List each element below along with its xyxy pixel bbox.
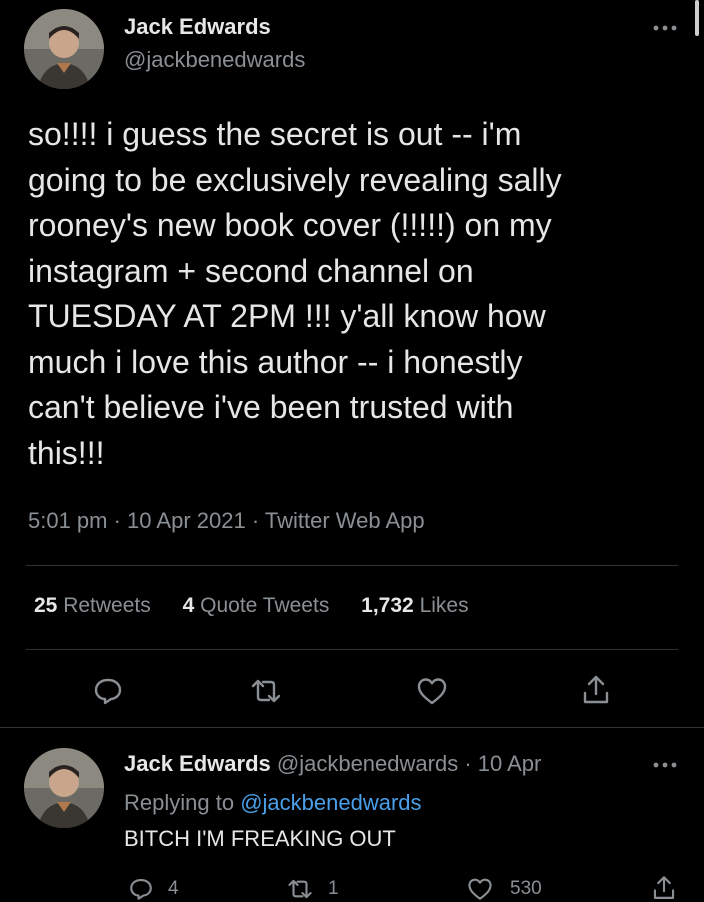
retweets-stat[interactable]: 25 Retweets xyxy=(34,594,157,617)
tweet-text-line: can't believe i've been trusted with xyxy=(28,389,514,425)
tweet-text-line: rooney's new book cover (!!!!!) on my xyxy=(28,207,552,243)
reply-text: BITCH I'M FREAKING OUT xyxy=(124,826,396,851)
quotes-stat[interactable]: 4 Quote Tweets xyxy=(183,594,336,617)
quotes-label: Quote Tweets xyxy=(200,594,330,617)
likes-label: Likes xyxy=(419,594,469,617)
replying-to: Replying to @jackbenedwards xyxy=(124,790,422,816)
tweet-text-line: much i love this author -- i honestly xyxy=(28,343,523,380)
tweet-text-line: going to be exclusively revealing sally xyxy=(28,161,562,198)
like-icon xyxy=(466,876,494,902)
retweet-icon xyxy=(286,876,314,902)
likes-stat[interactable]: 1,732 Likes xyxy=(361,594,468,617)
tweet-text-line: so!!!! i guess the secret is out -- i'm xyxy=(28,116,522,152)
author-name[interactable]: Jack Edwards xyxy=(124,751,271,776)
divider xyxy=(26,565,678,566)
avatar[interactable] xyxy=(24,748,104,828)
like-action[interactable]: 530 xyxy=(466,876,542,902)
tweet-text-line: this!!! xyxy=(28,434,105,471)
author-handle[interactable]: @jackbenedwards xyxy=(277,751,458,776)
author-name[interactable]: Jack Edwards xyxy=(124,14,271,40)
tweet-text-line: instagram + second channel on xyxy=(28,252,474,289)
scrollbar[interactable] xyxy=(695,0,699,36)
tweet-timestamp[interactable]: 5:01 pm · 10 Apr 2021 · Twitter Web App xyxy=(28,508,425,534)
tweet-date[interactable]: · 10 Apr xyxy=(464,751,541,776)
likes-count: 1,732 xyxy=(361,594,414,617)
reply-icon[interactable] xyxy=(90,673,126,709)
tweet-text-line: TUESDAY AT 2PM !!! y'all know how xyxy=(28,298,546,334)
replying-prefix: Replying to xyxy=(124,790,235,815)
reply-action[interactable]: 4 xyxy=(128,876,179,902)
retweets-count: 25 xyxy=(34,594,58,617)
reply-header: Jack Edwards @jackbenedwards · 10 Apr xyxy=(124,751,541,777)
tweet-stats: 25 Retweets 4 Quote Tweets 1,732 Likes xyxy=(34,594,469,618)
share-icon[interactable] xyxy=(578,671,614,709)
reply-count: 4 xyxy=(168,878,179,899)
more-icon[interactable] xyxy=(650,18,680,38)
author-handle[interactable]: @jackbenedwards xyxy=(124,47,305,73)
avatar[interactable] xyxy=(24,9,104,89)
retweet-action[interactable]: 1 xyxy=(286,876,339,902)
share-icon[interactable] xyxy=(650,874,678,902)
more-icon[interactable] xyxy=(650,755,680,775)
retweet-count: 1 xyxy=(328,878,339,899)
reply-icon xyxy=(128,876,154,902)
quotes-count: 4 xyxy=(182,594,195,617)
divider xyxy=(26,649,678,650)
like-count: 530 xyxy=(510,878,542,899)
replying-handle-link[interactable]: @jackbenedwards xyxy=(240,790,421,815)
tweet-text: so!!!! i guess the secret is out -- i'm … xyxy=(28,112,678,476)
divider xyxy=(0,727,704,728)
like-icon[interactable] xyxy=(414,673,450,709)
retweet-icon[interactable] xyxy=(248,673,284,709)
retweets-label: Retweets xyxy=(63,594,151,617)
